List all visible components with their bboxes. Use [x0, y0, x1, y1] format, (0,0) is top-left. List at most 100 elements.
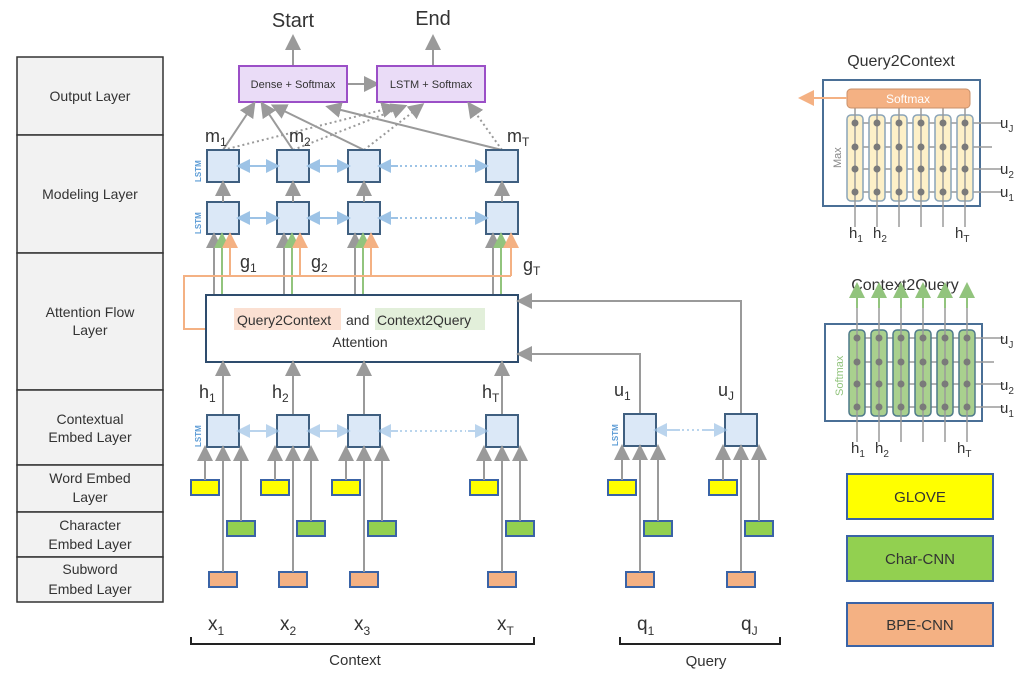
layer-contextual: Contextual Embed Layer — [16, 389, 164, 466]
embedding-column — [190, 445, 256, 588]
query-tokens: q1 qJ — [637, 614, 758, 638]
layer-subword-label-2: Embed Layer — [48, 581, 132, 597]
lstm-cell — [206, 414, 240, 448]
glove-embedding — [331, 479, 361, 496]
lstm-cell — [347, 149, 381, 183]
lstm-cell — [485, 201, 519, 235]
bidaf-diagram: Output Layer Modeling Layer Attention Fl… — [16, 8, 1014, 670]
grid-dot — [895, 119, 903, 127]
q2c-max-label: Max — [832, 147, 844, 168]
lstm-cell — [206, 201, 240, 235]
modeling-lstm-row-top: LSTM — [194, 149, 519, 183]
glove-embedding — [190, 479, 220, 496]
grid-dot — [919, 358, 927, 366]
modeling-output-connections — [222, 101, 503, 151]
glove-embedding — [260, 479, 290, 496]
layer-subword: Subword Embed Layer — [16, 556, 164, 603]
context-group-label: Context — [329, 652, 382, 669]
end-label: End — [415, 8, 451, 30]
q2c-u1-label: u1 — [1000, 184, 1014, 204]
lstm-cell — [485, 414, 519, 448]
q2c-h2-label: h2 — [873, 225, 887, 245]
attention-c2q-text: Context2Query — [377, 312, 471, 328]
layer-attention-label-1: Attention Flow — [46, 304, 136, 320]
uJ-to-attention-arrow — [516, 293, 742, 413]
layer-subword-label-1: Subword — [62, 561, 117, 577]
bpe-cnn-embedding — [487, 571, 517, 588]
grid-dot — [917, 188, 925, 196]
query-token: q1 — [637, 614, 655, 638]
grid-dot — [919, 403, 927, 411]
q2c-softmax-label: Softmax — [886, 92, 930, 106]
context-token: x2 — [280, 614, 297, 638]
grid-dot — [963, 358, 971, 366]
c2q-softmax-label: Softmax — [834, 355, 846, 396]
embedding-column — [607, 444, 673, 588]
layer-modeling: Modeling Layer — [16, 134, 164, 254]
layer-contextual-label-2: Embed Layer — [48, 429, 132, 445]
grid-dot — [939, 143, 947, 151]
glove-embedding — [469, 479, 499, 496]
c2q-h1-label: h1 — [851, 440, 865, 460]
layer-column: Output Layer Modeling Layer Attention Fl… — [16, 56, 164, 603]
grid-dot — [961, 143, 969, 151]
grid-dot — [941, 380, 949, 388]
lstm-cell — [347, 414, 381, 448]
glove-embedding — [708, 479, 738, 496]
layer-output: Output Layer — [16, 56, 164, 136]
modeling-lstm-row-bottom: LSTM — [194, 180, 519, 235]
grid-dot — [873, 119, 881, 127]
bpe-cnn-embedding — [726, 571, 756, 588]
grid-dot — [963, 380, 971, 388]
grid-dot — [873, 165, 881, 173]
attention-block: Query2Context and Context2Query Attentio… — [205, 294, 519, 363]
embedding-column — [708, 444, 774, 588]
grid-dot — [851, 119, 859, 127]
char-cnn-embedding — [744, 520, 774, 537]
contextual-to-attention-arrows — [215, 360, 510, 415]
g2-label: g2 — [311, 252, 328, 275]
grid-dot — [917, 143, 925, 151]
bpe-cnn-embedding — [625, 571, 655, 588]
attention-line2-text: Attention — [332, 334, 387, 350]
lstm-cell — [276, 201, 310, 235]
hT-label: hT — [482, 382, 500, 405]
context-token: x1 — [208, 614, 225, 638]
lstm-cell — [206, 149, 240, 183]
lstm-tag: LSTM — [194, 160, 203, 182]
c2q-u1-label: u1 — [1000, 400, 1014, 420]
query-brace — [619, 637, 781, 645]
query-token: qJ — [741, 614, 758, 638]
legend-label: BPE-CNN — [886, 617, 954, 634]
lstm-cell — [623, 413, 657, 447]
query-group-label: Query — [686, 653, 727, 670]
grid-dot — [963, 334, 971, 342]
layer-character-label-2: Embed Layer — [48, 536, 132, 552]
grid-dot — [873, 188, 881, 196]
q2c-uJ-label: uJ — [1000, 115, 1013, 135]
q2c-hT-label: hT — [955, 225, 969, 245]
attention-and-text: and — [346, 312, 369, 328]
layer-word-label-2: Layer — [72, 489, 107, 505]
grid-dot — [897, 358, 905, 366]
legend-item-bpe-cnn: BPE-CNN — [846, 602, 994, 647]
embedding-columns — [190, 444, 774, 588]
char-cnn-embedding — [226, 520, 256, 537]
embedding-column — [469, 445, 535, 588]
grid-dot — [853, 358, 861, 366]
grid-dot — [853, 334, 861, 342]
q2c-h1-label: h1 — [849, 225, 863, 245]
dense-softmax-block: Dense + Softmax — [238, 65, 348, 103]
grid-dot — [963, 403, 971, 411]
legend: GLOVE Char-CNN BPE-CNN — [846, 473, 994, 647]
legend-item-char-cnn: Char-CNN — [846, 535, 994, 582]
context-token: xT — [497, 614, 515, 638]
grid-dot — [897, 403, 905, 411]
grid-dot — [939, 165, 947, 173]
grid-dot — [895, 188, 903, 196]
grid-dot — [919, 334, 927, 342]
embedding-column — [260, 445, 326, 588]
m1-label: m1 — [205, 126, 227, 149]
context-brace — [190, 637, 535, 645]
q2c-panel-title: Query2Context — [847, 53, 955, 70]
